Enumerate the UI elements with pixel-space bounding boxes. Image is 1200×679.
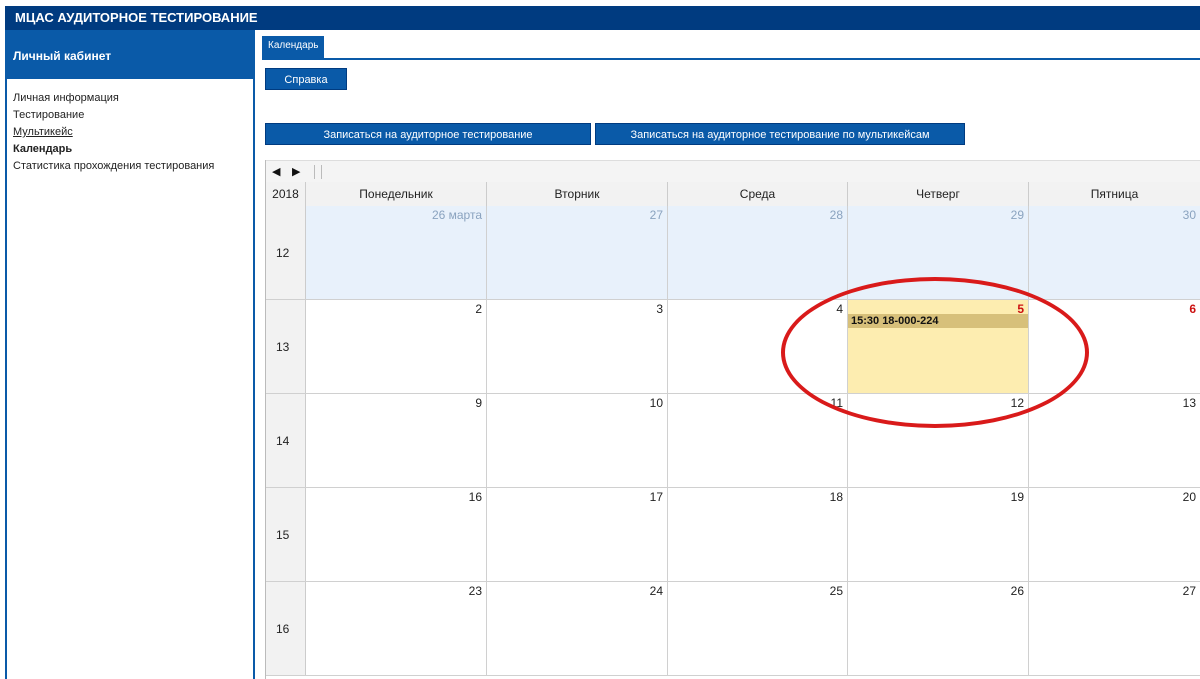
weekday-header: Вторник — [487, 182, 668, 206]
day-cell[interactable]: 25 — [668, 582, 848, 675]
next-arrow-icon[interactable]: ▶ — [292, 165, 300, 178]
week-row: 16 23 24 25 26 27 — [266, 582, 1200, 676]
day-cell[interactable]: 20 — [1029, 488, 1200, 581]
week-number: 14 — [266, 394, 306, 487]
sidebar-item-personal-info[interactable]: Личная информация — [13, 91, 253, 105]
day-cell-event[interactable]: 5 15:30 18-000-224 — [848, 300, 1029, 393]
sidebar: Личный кабинет Личная информация Тестиро… — [5, 30, 255, 679]
weekday-header: Четверг — [848, 182, 1029, 206]
prev-arrow-icon[interactable]: ◀ — [272, 165, 280, 178]
sidebar-header: Личный кабинет — [7, 30, 253, 79]
day-cell[interactable]: 30 — [1029, 206, 1200, 299]
day-cell[interactable]: 6 — [1029, 300, 1200, 393]
day-cell[interactable]: 26 — [848, 582, 1029, 675]
event-entry[interactable]: 15:30 18-000-224 — [848, 314, 1028, 328]
sidebar-item-multicase[interactable]: Мультикейс — [13, 125, 253, 139]
week-row: 13 2 3 4 5 15:30 18-000-224 6 — [266, 300, 1200, 394]
calendar-nav: ◀ ▶ — [266, 160, 1200, 184]
nav-separator — [314, 165, 315, 179]
sidebar-item-calendar[interactable]: Календарь — [13, 142, 253, 156]
calendar-header-row: 2018 Понедельник Вторник Среда Четверг П… — [266, 182, 1200, 207]
day-cell[interactable]: 26 марта — [306, 206, 487, 299]
day-cell[interactable]: 4 — [668, 300, 848, 393]
sidebar-item-testing[interactable]: Тестирование — [13, 108, 253, 122]
day-cell[interactable]: 24 — [487, 582, 668, 675]
day-cell[interactable]: 19 — [848, 488, 1029, 581]
day-cell[interactable]: 23 — [306, 582, 487, 675]
day-cell[interactable]: 12 — [848, 394, 1029, 487]
week-row: 12 26 марта 27 28 29 30 — [266, 206, 1200, 300]
tab-calendar[interactable]: Календарь — [262, 36, 325, 58]
enroll-multicase-button[interactable]: Записаться на аудиторное тестирование по… — [595, 123, 965, 145]
week-number: 15 — [266, 488, 306, 581]
weekday-header: Среда — [668, 182, 848, 206]
sidebar-item-statistics[interactable]: Статистика прохождения тестирования — [13, 159, 253, 173]
week-row: 14 9 10 11 12 13 — [266, 394, 1200, 488]
week-number: 12 — [266, 206, 306, 299]
day-cell[interactable]: 18 — [668, 488, 848, 581]
day-cell[interactable]: 27 — [1029, 582, 1200, 675]
app-title-bar: МЦАС АУДИТОРНОЕ ТЕСТИРОВАНИЕ — [5, 6, 1200, 30]
weekday-header: Пятница — [1029, 182, 1200, 206]
weekday-header: Понедельник — [306, 182, 487, 206]
day-cell[interactable]: 10 — [487, 394, 668, 487]
app-title: МЦАС АУДИТОРНОЕ ТЕСТИРОВАНИЕ — [15, 10, 258, 25]
week-number: 13 — [266, 300, 306, 393]
main-content: Календарь Справка Записаться на аудиторн… — [262, 30, 1200, 679]
day-cell[interactable]: 2 — [306, 300, 487, 393]
nav-separator — [321, 165, 322, 179]
tab-strip: Календарь — [262, 36, 1200, 60]
week-number: 16 — [266, 582, 306, 675]
help-button[interactable]: Справка — [265, 68, 347, 90]
day-cell[interactable]: 17 — [487, 488, 668, 581]
calendar: ◀ ▶ 2018 Понедельник Вторник Среда Четве… — [265, 160, 1200, 679]
day-cell[interactable]: 27 — [487, 206, 668, 299]
day-cell[interactable]: 11 — [668, 394, 848, 487]
enroll-testing-button[interactable]: Записаться на аудиторное тестирование — [265, 123, 591, 145]
day-cell[interactable]: 13 — [1029, 394, 1200, 487]
year-label: 2018 — [266, 182, 306, 206]
day-cell[interactable]: 16 — [306, 488, 487, 581]
day-cell[interactable]: 3 — [487, 300, 668, 393]
sidebar-menu: Личная информация Тестирование Мультикей… — [7, 91, 253, 173]
week-row: 15 16 17 18 19 20 — [266, 488, 1200, 582]
day-cell[interactable]: 9 — [306, 394, 487, 487]
day-cell[interactable]: 29 — [848, 206, 1029, 299]
day-cell[interactable]: 28 — [668, 206, 848, 299]
